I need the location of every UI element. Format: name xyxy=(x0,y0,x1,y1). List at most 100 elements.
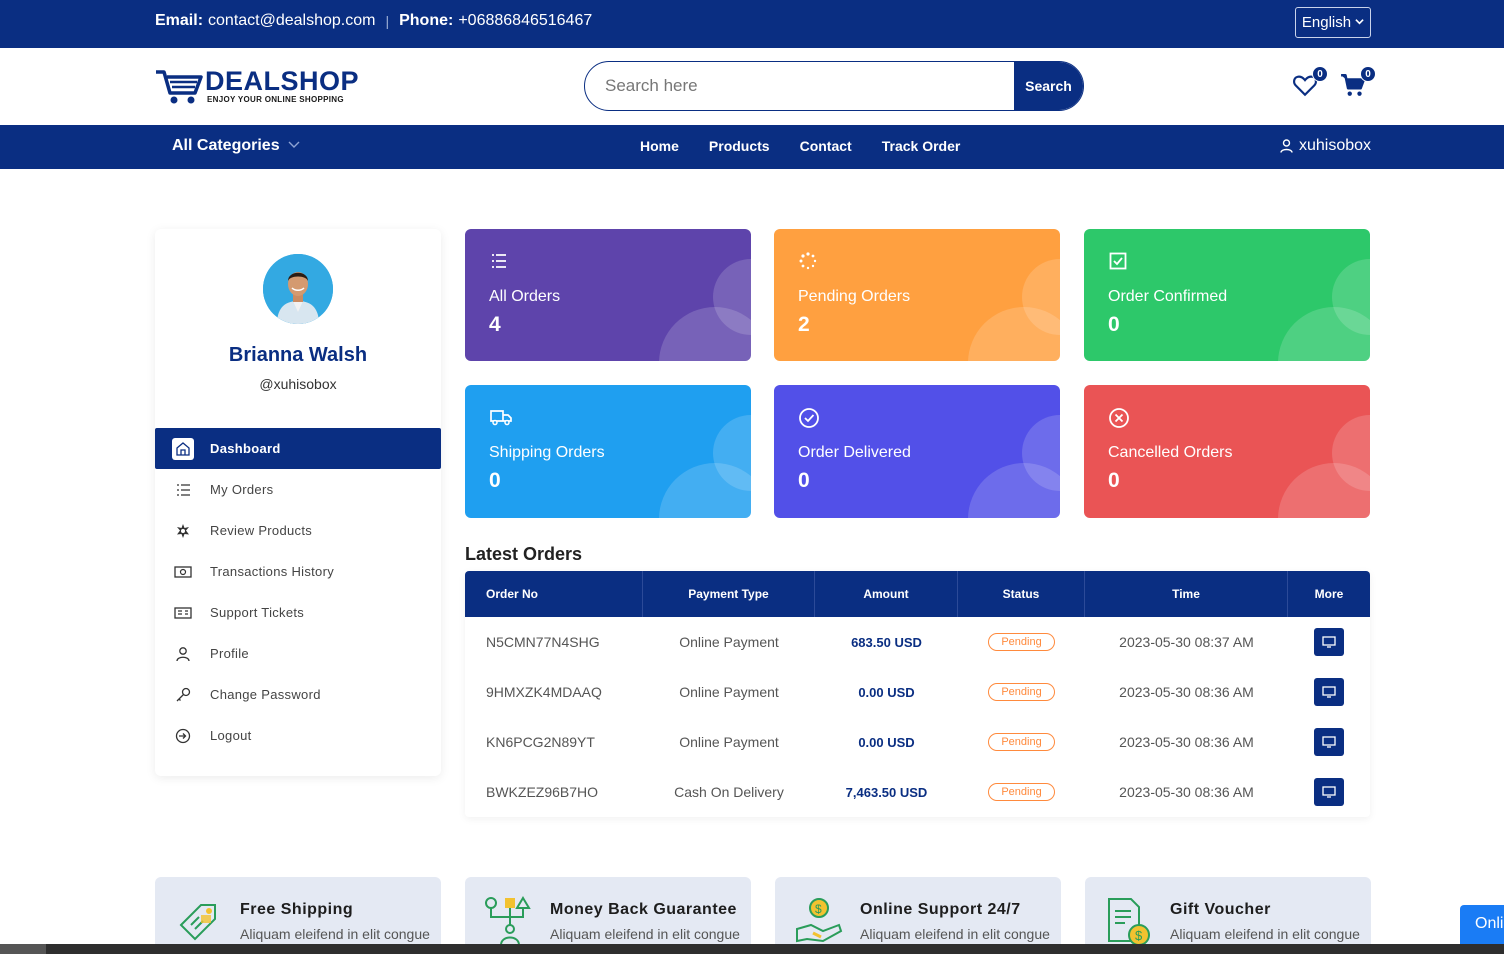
monitor-icon xyxy=(1322,736,1336,748)
table-row: 9HMXZK4MDAAQ Online Payment 0.00 USD Pen… xyxy=(465,667,1370,717)
amount-cell: 683.50 USD xyxy=(851,634,922,650)
sidebar-item-support-tickets[interactable]: Support Tickets xyxy=(155,592,441,633)
order-no-cell: BWKZEZ96B7HO xyxy=(486,784,599,800)
email-link[interactable]: contact@dealshop.com xyxy=(208,12,375,30)
user-account-link[interactable]: xuhisobox xyxy=(1280,137,1371,155)
list-icon xyxy=(489,251,511,273)
stat-value: 4 xyxy=(489,313,501,336)
order-no-cell: N5CMN77N4SHG xyxy=(486,634,600,650)
stat-label: All Orders xyxy=(489,288,561,305)
monitor-icon xyxy=(1322,636,1336,648)
sidebar-item-review-products[interactable]: Review Products xyxy=(155,510,441,551)
stat-card-order-confirmed[interactable]: Order Confirmed 0 xyxy=(1084,229,1370,361)
payment-type-cell: Online Payment xyxy=(679,684,779,700)
horizontal-scrollbar[interactable] xyxy=(0,944,1504,954)
feature-title: Money Back Guarantee xyxy=(550,901,737,918)
wishlist-button[interactable]: 0 xyxy=(1292,66,1328,102)
stat-label: Cancelled Orders xyxy=(1108,444,1233,461)
view-order-button[interactable] xyxy=(1314,778,1344,806)
all-categories-label: All Categories xyxy=(172,137,280,154)
time-cell: 2023-05-30 08:37 AM xyxy=(1119,634,1254,650)
nav-link-products[interactable]: Products xyxy=(709,138,770,154)
all-categories-dropdown[interactable]: All Categories xyxy=(172,137,300,155)
phone-link[interactable]: +06886846516467 xyxy=(458,12,592,30)
table-header: Order No Payment Type Amount Status Time… xyxy=(465,571,1370,617)
status-badge: Pending xyxy=(988,683,1055,701)
time-cell: 2023-05-30 08:36 AM xyxy=(1119,734,1254,750)
feature-desc: Aliquam eleifend in elit congue xyxy=(240,926,430,942)
nav-link-track-order[interactable]: Track Order xyxy=(882,138,961,154)
sidebar-item-profile[interactable]: Profile xyxy=(155,633,441,674)
nav-link-home[interactable]: Home xyxy=(640,138,679,154)
sidebar-item-my-orders[interactable]: My Orders xyxy=(155,469,441,510)
status-cell: Pending xyxy=(958,767,1085,817)
stat-card-shipping-orders[interactable]: Shipping Orders 0 xyxy=(465,385,751,518)
check-circle-icon xyxy=(798,407,820,429)
sidebar-item-label: Review Products xyxy=(210,523,313,538)
more-cell xyxy=(1288,767,1370,817)
site-logo[interactable]: DEALSHOP ENJOY YOUR ONLINE SHOPPING xyxy=(155,64,365,108)
stat-card-cancelled-orders[interactable]: Cancelled Orders 0 xyxy=(1084,385,1370,518)
feature-title: Gift Voucher xyxy=(1170,901,1271,918)
column-header-more: More xyxy=(1314,587,1344,601)
logo-text: DEALSHOP xyxy=(205,66,360,96)
stat-value: 0 xyxy=(1108,469,1120,492)
search-input[interactable] xyxy=(585,62,1015,110)
status-cell: Pending xyxy=(958,717,1085,767)
account-sidebar: Brianna Walsh @xuhisobox Dashboard My Or… xyxy=(155,229,441,776)
table-row: KN6PCG2N89YT Online Payment 0.00 USD Pen… xyxy=(465,717,1370,767)
check-square-icon xyxy=(1108,251,1130,273)
nav-link-contact[interactable]: Contact xyxy=(800,138,852,154)
more-cell xyxy=(1288,667,1370,717)
sidebar-item-label: Logout xyxy=(210,728,252,743)
view-order-button[interactable] xyxy=(1314,728,1344,756)
money-back-icon xyxy=(483,895,535,947)
wishlist-count-badge: 0 xyxy=(1312,66,1328,82)
amount-cell: 7,463.50 USD xyxy=(845,784,928,800)
feature-card-money-back: Money Back Guarantee Aliquam eleifend in… xyxy=(465,877,751,954)
sidebar-item-logout[interactable]: Logout xyxy=(155,715,441,756)
sidebar-item-change-password[interactable]: Change Password xyxy=(155,674,441,715)
online-chat-widget[interactable]: Onli xyxy=(1460,905,1504,945)
column-header-time: Time xyxy=(1085,571,1288,617)
view-order-button[interactable] xyxy=(1314,628,1344,656)
feature-desc: Aliquam eleifend in elit congue xyxy=(1170,926,1360,942)
profile-handle: @xuhisobox xyxy=(259,376,337,392)
view-order-button[interactable] xyxy=(1314,678,1344,706)
cart-button[interactable]: 0 xyxy=(1340,66,1376,102)
logo-tagline: ENJOY YOUR ONLINE SHOPPING xyxy=(207,95,344,104)
feature-title: Online Support 24/7 xyxy=(860,901,1021,918)
table-row: BWKZEZ96B7HO Cash On Delivery 7,463.50 U… xyxy=(465,767,1370,817)
sidebar-item-transactions-history[interactable]: Transactions History xyxy=(155,551,441,592)
chevron-down-icon xyxy=(1355,17,1364,29)
stat-value: 0 xyxy=(798,469,810,492)
status-cell: Pending xyxy=(958,667,1085,717)
loader-icon xyxy=(798,251,820,273)
stat-card-order-delivered[interactable]: Order Delivered 0 xyxy=(774,385,1060,518)
monitor-icon xyxy=(1322,686,1336,698)
more-cell xyxy=(1288,717,1370,767)
stat-value: 0 xyxy=(1108,313,1120,336)
search-bar: Search xyxy=(584,61,1084,111)
list-icon xyxy=(172,479,194,501)
column-header-amount: Amount xyxy=(815,571,958,617)
phone-label: Phone: xyxy=(399,12,454,29)
cart-count-badge: 0 xyxy=(1360,66,1376,82)
payment-type-cell: Online Payment xyxy=(679,734,779,750)
voucher-icon: $ xyxy=(1103,895,1155,947)
scrollbar-thumb[interactable] xyxy=(0,944,46,954)
contact-info: Email: contact@dealshop.com | Phone: +06… xyxy=(155,12,592,30)
stat-card-all-orders[interactable]: All Orders 4 xyxy=(465,229,751,361)
sidebar-item-dashboard[interactable]: Dashboard xyxy=(155,428,441,469)
sidebar-item-label: Support Tickets xyxy=(210,605,305,620)
top-bar: Email: contact@dealshop.com | Phone: +06… xyxy=(0,0,1504,48)
time-cell: 2023-05-30 08:36 AM xyxy=(1119,684,1254,700)
payment-type-cell: Online Payment xyxy=(679,634,779,650)
nav-links: Home Products Contact Track Order xyxy=(640,138,960,154)
stat-card-pending-orders[interactable]: Pending Orders 2 xyxy=(774,229,1060,361)
amount-cell: 0.00 USD xyxy=(858,684,915,700)
language-select[interactable]: English xyxy=(1295,7,1371,38)
sidebar-item-label: Dashboard xyxy=(210,441,281,456)
search-button[interactable]: Search xyxy=(1014,62,1083,110)
column-header-payment-type: Payment Type xyxy=(643,571,815,617)
